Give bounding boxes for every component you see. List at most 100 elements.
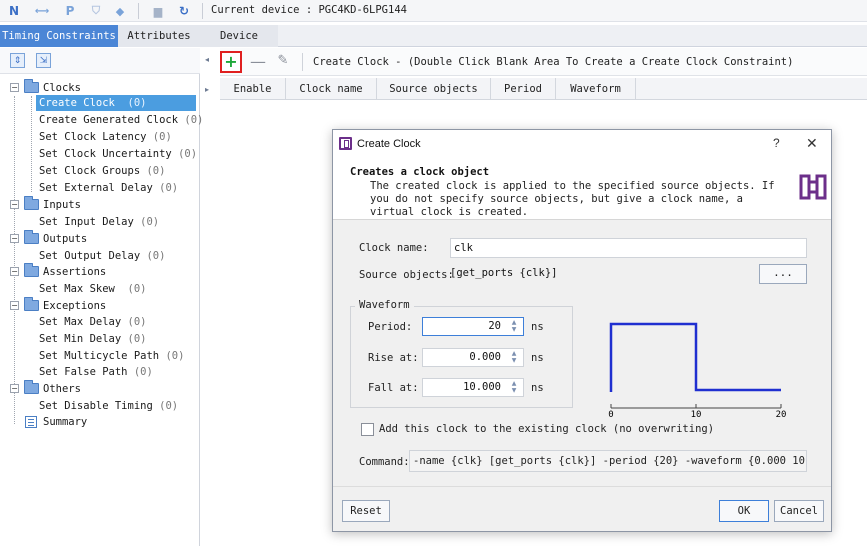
column-period[interactable]: Period (491, 78, 556, 100)
panel-expand-icon[interactable]: ▸ (205, 85, 209, 94)
tree-group-outputs[interactable]: − Outputs (0, 230, 200, 247)
add-to-existing-label: Add this clock to the existing clock (no… (379, 423, 715, 435)
waveform-preview: 0 10 20 (608, 322, 787, 420)
tree-item-count: (0) (133, 366, 153, 378)
period-unit: ns (531, 321, 544, 333)
rise-input[interactable]: 0.000 ▲ ▼ (422, 348, 524, 367)
tree-item-count: (0) (146, 165, 166, 177)
add-to-existing-checkbox[interactable] (361, 423, 374, 436)
tree-group-clocks[interactable]: − Clocks (0, 79, 200, 96)
dialog-header: Creates a clock object The created clock… (333, 158, 831, 220)
clock-waveform (609, 322, 781, 392)
collapse-all-icon[interactable]: ⇲ (36, 53, 51, 68)
refresh-icon[interactable]: ↻ (176, 3, 192, 19)
tree-item-count: (0) (152, 131, 172, 143)
constraint-tree-panel: ⇕ ⇲ − Clocks Create Clock (0) Create Gen… (0, 48, 203, 546)
tab-timing-constraints[interactable]: Timing Constraints (0, 25, 118, 47)
main-toolbar: N ⟷ P ⛉ ◆ ▆ ↻ Current device : PGC4KD-6L… (0, 0, 867, 22)
folder-icon (24, 297, 39, 311)
tree-group-others[interactable]: − Others (0, 380, 200, 397)
tree-item-label: Set Clock Uncertainty (39, 148, 172, 160)
tree-group-exceptions[interactable]: − Exceptions (0, 297, 200, 314)
period-input[interactable]: 20 ▲ ▼ (422, 317, 524, 336)
brand-logo-icon (799, 174, 827, 200)
rise-value: 0.000 (469, 351, 501, 363)
collapse-icon[interactable]: − (10, 384, 19, 393)
collapse-icon[interactable]: − (10, 234, 19, 243)
tree-item-set-external-delay[interactable]: Set External Delay (0) (39, 180, 178, 196)
collapse-icon[interactable]: − (10, 301, 19, 310)
edit-constraint-button[interactable]: ✎ (276, 52, 290, 70)
column-enable[interactable]: Enable (220, 78, 286, 100)
fall-value: 10.000 (463, 381, 501, 393)
tree-item-set-input-delay[interactable]: Set Input Delay (0) (39, 214, 159, 230)
tree-item-create-clock[interactable]: Create Clock (0) (36, 95, 196, 111)
tree-line (14, 96, 15, 424)
ok-button[interactable]: OK (719, 500, 769, 522)
tree-item-count: (0) (127, 97, 147, 109)
reset-button[interactable]: Reset (342, 500, 390, 522)
column-clock-name[interactable]: Clock name (286, 78, 377, 100)
waveform-legend: Waveform (355, 299, 414, 311)
spin-arrows-icon[interactable]: ▲ ▼ (509, 350, 519, 365)
tree-group-assertions[interactable]: − Assertions (0, 263, 200, 280)
bookmark-icon[interactable]: ⛉ (88, 3, 104, 19)
tab-device[interactable]: Device (200, 25, 278, 47)
collapse-icon[interactable]: − (10, 267, 19, 276)
column-source-objects[interactable]: Source objects (377, 78, 491, 100)
add-constraint-button[interactable]: + (220, 51, 242, 73)
tab-attributes[interactable]: Attributes (118, 25, 200, 47)
current-device-label: Current device : PGC4KD-6LPG144 (211, 4, 407, 16)
tick-label-20: 20 (776, 410, 787, 420)
folder-icon (24, 380, 39, 394)
tree-item-summary[interactable]: Summary (0, 414, 200, 430)
folder-icon (24, 230, 39, 244)
tree-item-label: Set False Path (39, 366, 128, 378)
tree-item-count: (0) (140, 216, 160, 228)
command-label: Command: (359, 456, 410, 468)
spin-arrows-icon[interactable]: ▲ ▼ (509, 380, 519, 395)
toolbar-separator (202, 3, 203, 19)
tree-item-set-max-delay[interactable]: Set Max Delay (0) (39, 314, 146, 330)
fall-input[interactable]: 10.000 ▲ ▼ (422, 378, 524, 397)
tree-item-set-min-delay[interactable]: Set Min Delay (0) (39, 331, 146, 347)
diamond-icon[interactable]: ◆ (112, 3, 128, 19)
tree-item-create-generated-clock[interactable]: Create Generated Clock (0) (39, 112, 203, 128)
remove-constraint-button[interactable]: — (250, 53, 266, 71)
help-button[interactable]: ? (773, 136, 780, 150)
tree-item-set-max-skew[interactable]: Set Max Skew (0) (39, 281, 146, 297)
tree-toolbar: ⇕ ⇲ (0, 48, 200, 74)
column-waveform[interactable]: Waveform (556, 78, 636, 100)
tree-item-set-clock-latency[interactable]: Set Clock Latency (0) (39, 129, 172, 145)
tick-label-10: 10 (691, 410, 702, 420)
fall-label: Fall at: (368, 382, 419, 394)
create-clock-dialog: Create Clock ? ✕ Creates a clock object … (332, 129, 832, 532)
tree-group-inputs[interactable]: − Inputs (0, 196, 200, 213)
collapse-icon[interactable]: − (10, 200, 19, 209)
tree-item-label: Set Clock Groups (39, 165, 141, 177)
panel-collapse-icon[interactable]: ◂ (205, 55, 209, 64)
tree-item-set-output-delay[interactable]: Set Output Delay (0) (39, 248, 165, 264)
tree-item-set-multicycle-path[interactable]: Set Multicycle Path (0) (39, 348, 184, 364)
clock-name-input[interactable]: clk (450, 238, 807, 258)
tree-item-set-disable-timing[interactable]: Set Disable Timing (0) (39, 398, 178, 414)
n-logo-icon[interactable]: N (6, 3, 22, 19)
expand-all-icon[interactable]: ⇕ (10, 53, 25, 68)
tree-item-set-clock-groups[interactable]: Set Clock Groups (0) (39, 163, 165, 179)
close-button[interactable]: ✕ (806, 135, 818, 152)
collapse-icon[interactable]: − (10, 83, 19, 92)
spin-arrows-icon[interactable]: ▲ ▼ (509, 319, 519, 334)
tree-item-label: Create Generated Clock (39, 114, 179, 126)
tree-item-label: Set Max Skew (39, 283, 115, 295)
save-icon[interactable]: ▆ (150, 3, 166, 19)
tree-item-label: Set Disable Timing (39, 400, 153, 412)
tree-item-label: Set External Delay (39, 182, 153, 194)
cancel-button[interactable]: Cancel (774, 500, 824, 522)
source-objects-input[interactable]: [get_ports {clk}] (450, 264, 755, 284)
tree-item-set-false-path[interactable]: Set False Path (0) (39, 364, 153, 380)
tree-item-set-clock-uncertainty[interactable]: Set Clock Uncertainty (0) (39, 146, 197, 162)
p-icon[interactable]: P (62, 3, 78, 19)
footer-separator (333, 486, 831, 487)
browse-source-button[interactable]: ... (759, 264, 807, 284)
connect-icon[interactable]: ⟷ (34, 3, 50, 19)
